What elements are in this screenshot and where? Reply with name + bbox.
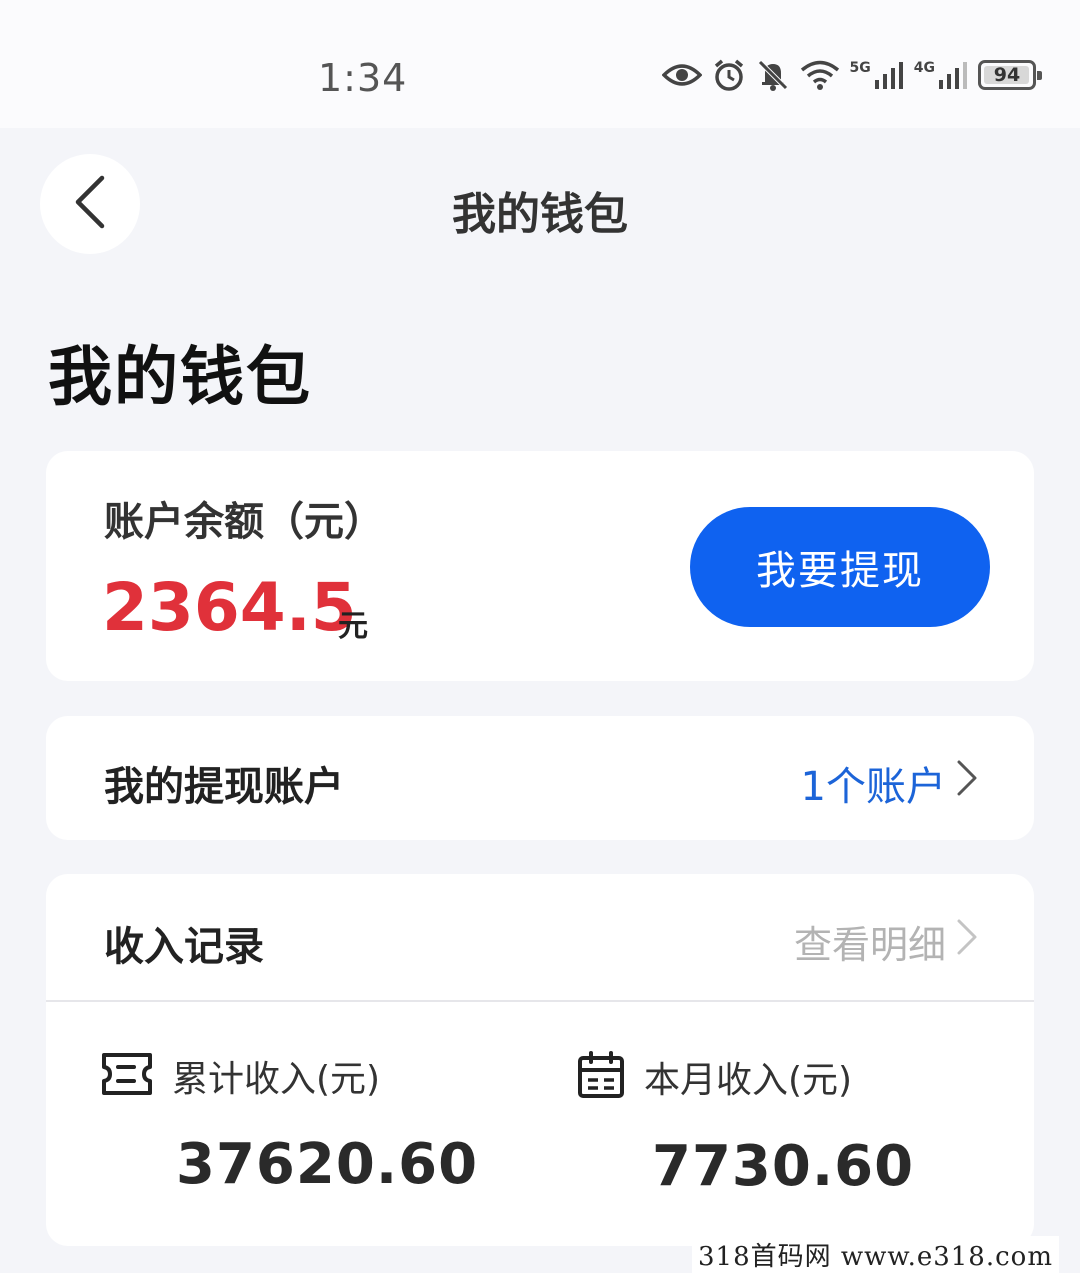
month-income-label: 本月收入(元): [644, 1060, 853, 1101]
page-title: 我的钱包: [48, 341, 312, 415]
chevron-right-icon: [956, 759, 978, 807]
income-label: 收入记录: [104, 924, 264, 970]
nav-bar: 我的钱包: [0, 128, 1080, 278]
withdraw-account-label: 我的提现账户: [104, 764, 344, 810]
nav-title: 我的钱包: [452, 189, 628, 240]
wifi-icon: [800, 59, 840, 91]
month-income-value: 7730.60: [652, 1134, 915, 1199]
income-detail-link[interactable]: 查看明细: [794, 914, 978, 969]
status-icons: 5G 4G 94: [661, 58, 1042, 92]
battery-level: 94: [993, 64, 1021, 86]
status-bar: 1:34 5G 4G 94: [0, 0, 1080, 128]
status-time: 1:34: [318, 56, 408, 100]
calendar-icon: [576, 1050, 626, 1104]
balance-amount: 2364.5: [102, 569, 357, 646]
watermark: 318首码网 www.e318.com: [692, 1236, 1059, 1273]
income-detail-label: 查看明细: [793, 923, 946, 967]
divider: [46, 1000, 1034, 1002]
signal-5g-icon: 5G: [850, 60, 904, 90]
balance-card: 账户余额（元） 2364.5 元 我要提现: [46, 451, 1034, 681]
balance-label: 账户余额（元）: [104, 499, 384, 545]
income-card: 收入记录 查看明细 累计收入(元) 37620.60 本月收入(元) 7730.…: [46, 874, 1034, 1246]
withdraw-account-count: 1个账户: [800, 764, 946, 810]
withdraw-account-row[interactable]: 我的提现账户 1个账户: [46, 716, 1034, 840]
chevron-right-icon: [956, 918, 978, 965]
battery-icon: 94: [978, 60, 1042, 90]
balance-unit: 元: [338, 609, 368, 644]
withdraw-account-link[interactable]: 1个账户: [801, 754, 978, 812]
mute-bell-icon: [756, 58, 790, 92]
month-income-stat: 本月收入(元) 7730.60: [576, 1050, 914, 1199]
ticket-icon: [100, 1051, 154, 1101]
alarm-icon: [712, 58, 746, 92]
total-income-stat: 累计收入(元) 37620.60: [100, 1050, 478, 1197]
total-income-label: 累计收入(元): [172, 1059, 381, 1100]
eye-icon: [661, 61, 702, 89]
total-income-value: 37620.60: [176, 1132, 479, 1197]
withdraw-button[interactable]: 我要提现: [690, 507, 990, 627]
signal-4g-icon: 4G: [914, 60, 968, 90]
